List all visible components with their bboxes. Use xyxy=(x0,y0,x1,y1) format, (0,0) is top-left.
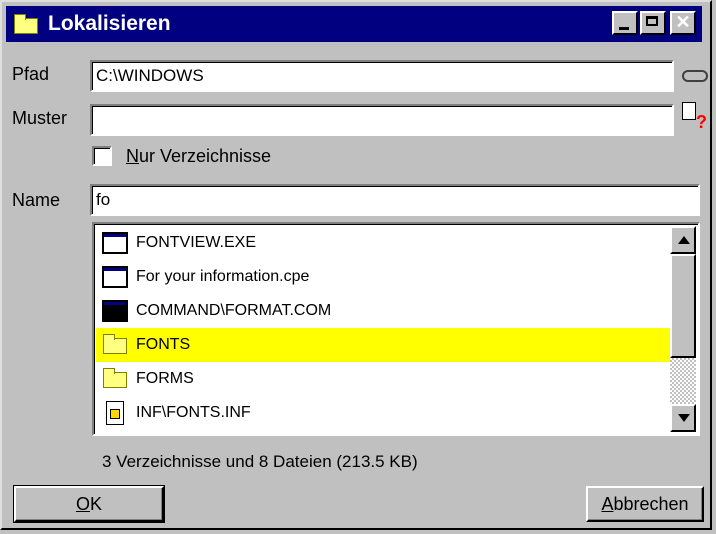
folder-icon xyxy=(12,13,40,35)
list-item[interactable]: FORMS xyxy=(96,362,674,396)
pattern-label: Muster xyxy=(12,108,68,128)
window-title: Lokalisieren xyxy=(48,12,171,35)
dirs-only-checkbox[interactable] xyxy=(92,146,112,166)
app-window-icon xyxy=(100,264,130,290)
name-field[interactable]: fo xyxy=(90,184,700,216)
path-label: Pfad xyxy=(12,64,50,84)
list-item-label: For your information.cpe xyxy=(136,268,310,285)
minimize-button[interactable] xyxy=(612,11,638,35)
ok-button[interactable]: OK xyxy=(13,485,165,523)
list-item[interactable]: COMMAND\FORMAT.COM xyxy=(96,294,674,328)
scroll-down-button[interactable] xyxy=(670,404,696,432)
list-item-label: FORMS xyxy=(136,370,194,387)
status-text: 3 Verzeichnisse und 8 Dateien (213.5 KB) xyxy=(102,452,418,471)
pattern-field[interactable] xyxy=(90,104,674,136)
scroll-thumb[interactable] xyxy=(670,254,696,358)
path-field[interactable]: C:\WINDOWS xyxy=(90,60,674,92)
dos-window-icon xyxy=(100,298,130,324)
close-button[interactable]: ✕ xyxy=(670,11,696,35)
drive-icon[interactable] xyxy=(682,70,708,82)
maximize-button[interactable] xyxy=(640,11,666,35)
inf-document-icon xyxy=(100,400,130,426)
list-item-label: COMMAND\FORMAT.COM xyxy=(136,302,332,319)
list-item[interactable]: FONTVIEW.EXE xyxy=(96,226,674,260)
folder-icon xyxy=(100,332,130,358)
file-list[interactable]: FONTVIEW.EXE For your information.cpe COMM… xyxy=(92,222,700,436)
list-item-label: INF\FONTS.INF xyxy=(136,404,251,421)
dirs-only-label[interactable]: Nur Verzeichnisse xyxy=(126,146,271,167)
vertical-scrollbar[interactable] xyxy=(670,226,696,432)
list-item[interactable]: INF\FONTS.INF xyxy=(96,396,674,430)
cancel-button[interactable]: Abbrechen xyxy=(586,486,704,522)
list-item[interactable]: FONTS xyxy=(96,328,674,362)
app-window-icon xyxy=(100,230,130,256)
document-help-icon[interactable]: ? xyxy=(682,100,710,134)
scroll-up-button[interactable] xyxy=(670,226,696,254)
name-label: Name xyxy=(12,190,61,210)
folder-icon xyxy=(100,366,130,392)
list-item-label: FONTVIEW.EXE xyxy=(136,234,257,251)
list-item[interactable]: For your information.cpe xyxy=(96,260,674,294)
title-bar[interactable]: Lokalisieren ✕ xyxy=(6,6,702,42)
list-item-label: FONTS xyxy=(136,336,191,353)
